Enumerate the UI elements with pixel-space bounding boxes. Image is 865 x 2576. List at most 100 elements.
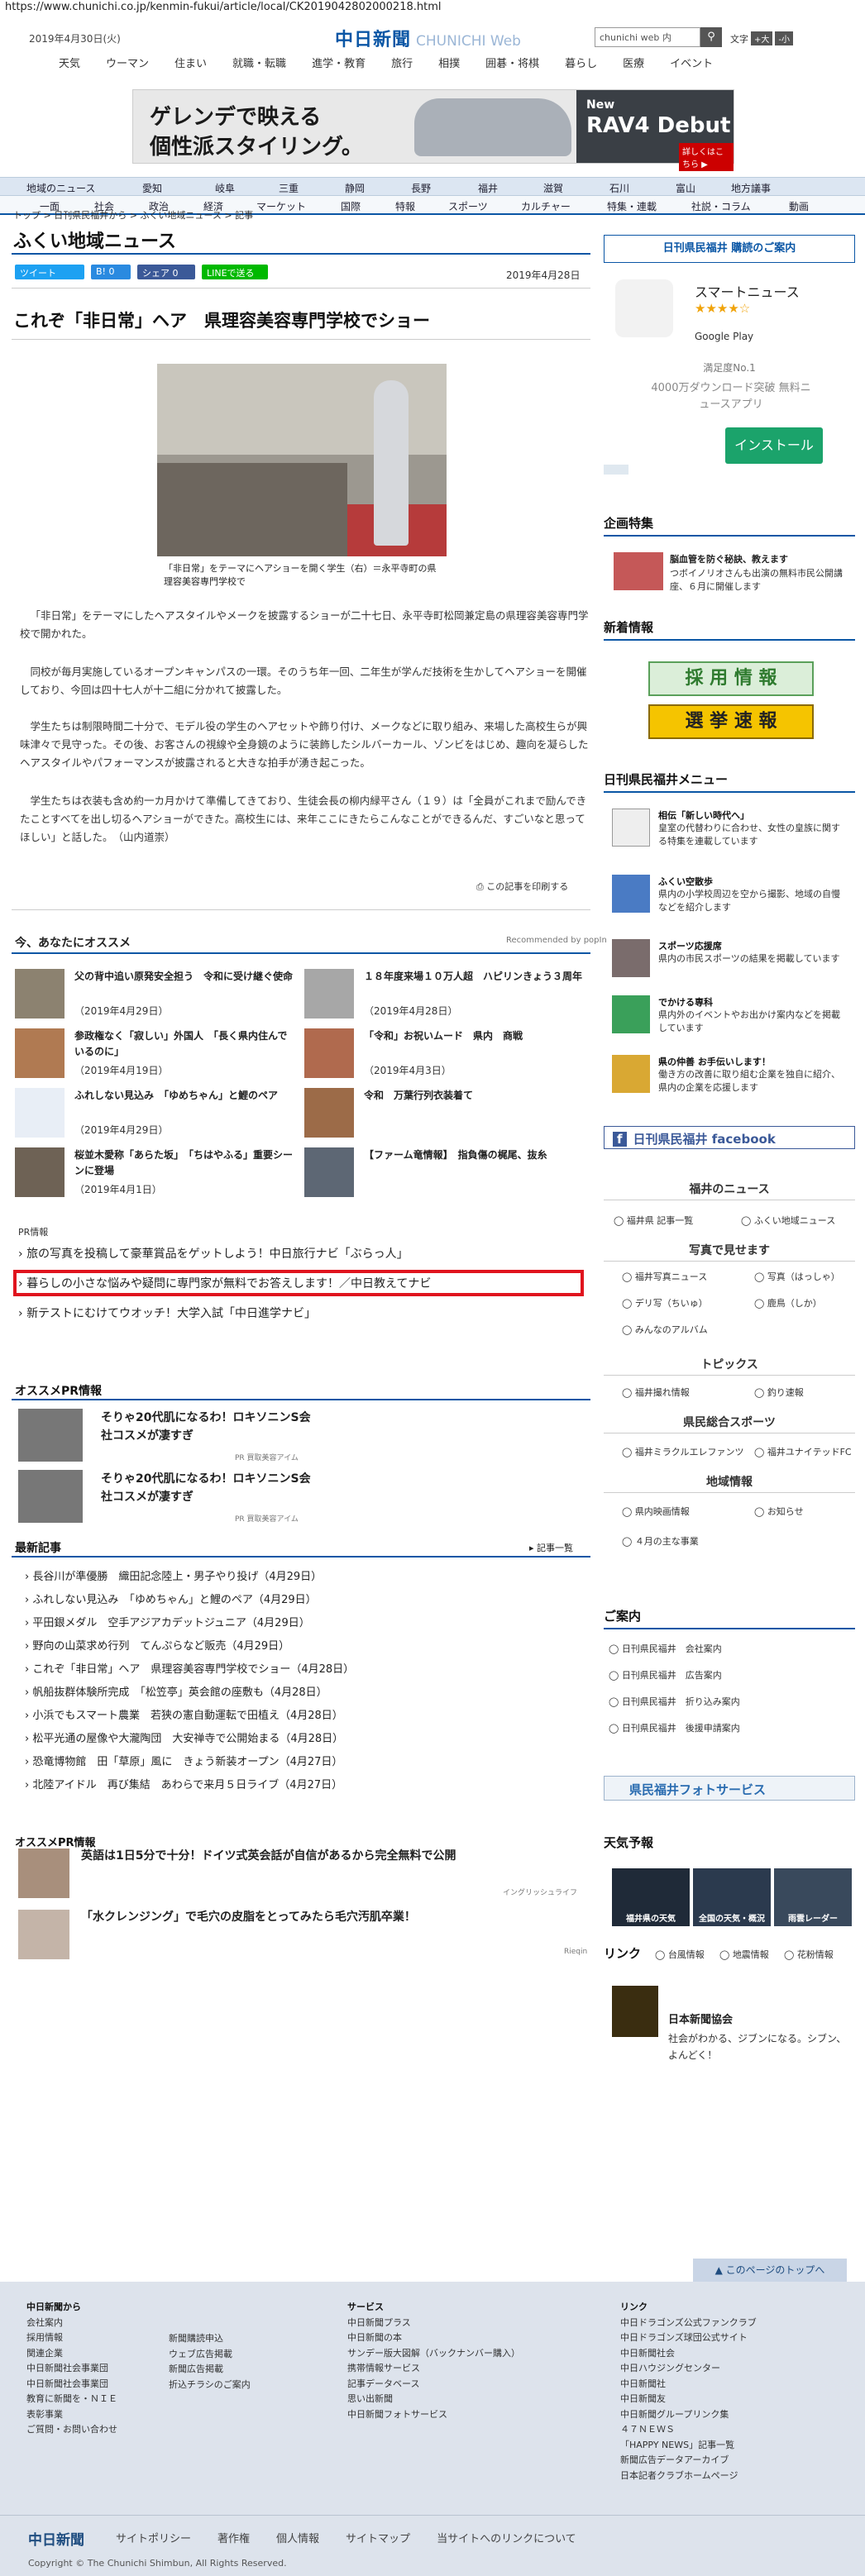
- recommend-item[interactable]: 「令和」お祝いムード 県内 商戦 （2019年4月3日）: [304, 1028, 585, 1078]
- jnk-name[interactable]: 日本新聞協会: [668, 2011, 733, 2026]
- footer-link[interactable]: 中日ハウジングセンター: [620, 2361, 757, 2377]
- pr2-item[interactable]: 「水クレンジング」で毛穴の皮脂をとってみたら毛穴汚肌卒業！ Rieqin: [18, 1910, 587, 1959]
- latest-item[interactable]: › 北陸アイドル 再び集結 あわらで来月５日ライブ（4月27日）: [25, 1776, 342, 1791]
- latest-item[interactable]: › ふれしない見込み 「ゆめちゃん」と鯉のペア（4月29日）: [25, 1591, 317, 1606]
- latest-item[interactable]: › 松平光通の屋像や大瀧陶団 大安禅寺で公開始まる（4月28日）: [25, 1729, 343, 1745]
- gnav-item[interactable]: ウーマン: [106, 58, 149, 70]
- region-tab[interactable]: 富山: [676, 181, 695, 195]
- footer-link[interactable]: 思い出新聞: [347, 2392, 520, 2407]
- link-item[interactable]: ◯ 台風情報: [655, 1948, 705, 1961]
- menu-item[interactable]: ふくい空散歩 県内の小学校周辺を空から撮影、地域の自慢などを紹介します: [612, 875, 852, 924]
- category-tab[interactable]: 特集・連載: [607, 199, 657, 213]
- footer-link[interactable]: 記事データベース: [347, 2377, 520, 2392]
- category-tab[interactable]: 国際: [341, 199, 361, 213]
- category-tab[interactable]: 動画: [789, 199, 809, 213]
- latest-item[interactable]: › 帆船抜群体験所完成 「松笠亭」英会館の座敷も（4月28日）: [25, 1683, 327, 1699]
- gnav-item[interactable]: 相撲: [438, 58, 460, 70]
- region-tab[interactable]: 愛知: [142, 181, 162, 195]
- site-logo[interactable]: 中日新聞 CHUNICHI Web: [335, 25, 521, 51]
- footer-link[interactable]: 中日ドラゴンズ球団公式サイト: [620, 2330, 757, 2346]
- footer-link[interactable]: 新聞広告掲載: [169, 2362, 251, 2378]
- footer-bottom-link[interactable]: 当サイトへのリンクについて: [437, 2533, 576, 2545]
- banner-detail-link[interactable]: 詳しくはこちら ▶: [679, 143, 734, 171]
- print-link[interactable]: ⎙ この記事を印刷する: [476, 880, 568, 893]
- weather-tile[interactable]: 雨雲レーダー: [774, 1868, 852, 1926]
- chiiki-link[interactable]: ◯ お知らせ: [754, 1505, 804, 1518]
- footer-link[interactable]: 携帯情報サービス: [347, 2361, 520, 2377]
- toyota-ad-banner[interactable]: ゲレンデで映える 個性派スタイリング。 New RAV4 Debut 詳しくはこ…: [132, 89, 734, 171]
- fukui-tab[interactable]: ◯ ふくい地域ニュース: [741, 1214, 835, 1227]
- footer-link[interactable]: 会社案内: [26, 2316, 117, 2331]
- latest-item[interactable]: › 野向の山菜求め行列 てんぷらなど販売（4月29日）: [25, 1637, 289, 1653]
- facebook-share-button[interactable]: シェア 0: [137, 265, 195, 279]
- chiiki-link[interactable]: ◯ ４月の主な事業: [622, 1534, 699, 1548]
- recommend-item[interactable]: 令和 万葉行列衣装着て: [304, 1088, 585, 1138]
- topic-link[interactable]: ◯ 福井撮れ情報: [622, 1386, 690, 1399]
- region-tab[interactable]: 地域のニュース: [26, 181, 95, 195]
- footer-link[interactable]: 中日新聞社会事業団: [26, 2361, 117, 2377]
- sport-link[interactable]: ◯ 福井ユナイテッドFC: [754, 1445, 852, 1458]
- breadcrumb[interactable]: トップ > 日刊県民福井から > ふくい地域ニュース > 記事: [13, 208, 253, 222]
- footer-link[interactable]: 新聞広告データアーカイブ: [620, 2453, 757, 2469]
- footer-link[interactable]: 教育に新聞を・ＮＩＥ: [26, 2392, 117, 2407]
- pr-link[interactable]: › 旅の写真を投稿して豪華賞品をゲットしよう！中日旅行ナビ「ぶらっ人」: [18, 1245, 409, 1262]
- recommend-item[interactable]: 父の背中追い原発安全担う 令和に受け継ぐ使命 （2019年4月29日）: [15, 969, 296, 1018]
- recommend-item[interactable]: ふれしない見込み 「ゆめちゃん」と鯉のペア （2019年4月29日）: [15, 1088, 296, 1138]
- gnav-item[interactable]: 囲碁・将棋: [485, 58, 539, 70]
- jnk-logo[interactable]: [612, 1986, 658, 2037]
- link-item[interactable]: ◯ 花粉情報: [784, 1948, 834, 1961]
- category-tab[interactable]: 社説・コラム: [691, 199, 751, 213]
- footer-link[interactable]: 中日新聞グループリンク集: [620, 2407, 757, 2423]
- recommend-item[interactable]: 参政権なく「寂しい」外国人 「長く県内住んでいるのに」 （2019年4月19日）: [15, 1028, 296, 1078]
- annai-link[interactable]: ◯ 日刊県民福井 会社案内: [609, 1642, 722, 1655]
- footer-bottom-link[interactable]: サイトマップ: [346, 2533, 410, 2545]
- region-tab[interactable]: 長野: [411, 181, 431, 195]
- weather-tile[interactable]: 福井県の天気: [612, 1868, 690, 1926]
- gnav-item[interactable]: 天気: [59, 58, 80, 70]
- region-tab[interactable]: 三重: [279, 181, 299, 195]
- pr-link[interactable]: › 新テストにむけてウオッチ！大学入試「中日進学ナビ」: [18, 1305, 316, 1321]
- footer-link[interactable]: 「HAPPY NEWS」記事一覧: [620, 2438, 757, 2454]
- senkyo-banner[interactable]: 選 挙 速 報: [648, 704, 814, 739]
- footer-link[interactable]: 日本記者クラブホームページ: [620, 2469, 757, 2484]
- footer-link[interactable]: 中日新聞プラス: [347, 2316, 520, 2331]
- gnav-item[interactable]: イベント: [670, 58, 713, 70]
- popin-credit[interactable]: Recommended by popIn: [506, 936, 607, 945]
- footer-link[interactable]: 中日ドラゴンズ公式ファンクラブ: [620, 2316, 757, 2331]
- footer-link[interactable]: 採用情報: [26, 2330, 117, 2346]
- gnav-item[interactable]: 旅行: [391, 58, 413, 70]
- footer-logo[interactable]: 中日新聞: [28, 2528, 84, 2549]
- link-item[interactable]: ◯ 地震情報: [719, 1948, 769, 1961]
- recommend-item[interactable]: 桜並木愛称「あらた坂」 「ちはやふる」重要シーンに登場 （2019年4月1日）: [15, 1147, 296, 1197]
- footer-link[interactable]: ４７ＮＥＷＳ: [620, 2422, 757, 2438]
- photo-service-banner[interactable]: 県民福井フォトサービス: [604, 1776, 855, 1801]
- pr-link-highlighted[interactable]: › 暮らしの小さな悩みや疑問に専門家が無料でお答えします！／中日教えてナビ: [18, 1275, 431, 1291]
- latest-item[interactable]: › 平田銀メダル 空手アジアカデットジュニア（4月29日）: [25, 1614, 310, 1629]
- photo-link[interactable]: ◯ みんなのアルバム: [622, 1323, 708, 1336]
- pr-ad-item[interactable]: そりゃ20代肌になるわ！ロキソニンS会社コスメが凄すぎ PR 買取美容アイム: [18, 1409, 316, 1462]
- search-input[interactable]: chunichi web 内: [595, 27, 700, 47]
- category-tab[interactable]: マーケット: [256, 199, 306, 213]
- footer-link[interactable]: 中日新聞社会事業団: [26, 2377, 117, 2392]
- footer-bottom-link[interactable]: 著作権: [217, 2533, 250, 2545]
- region-tab[interactable]: 滋賀: [543, 181, 563, 195]
- menu-item[interactable]: でかける専科 県内外のイベントやお出かけ案内などを掲載しています: [612, 995, 852, 1045]
- kikaku-title[interactable]: 脳血管を防ぐ秘訣、教えます: [670, 552, 788, 565]
- category-tab[interactable]: カルチャー: [521, 199, 571, 213]
- hatena-button[interactable]: B! 0: [91, 265, 131, 279]
- region-tab[interactable]: 福井: [478, 181, 498, 195]
- region-tab[interactable]: 石川: [609, 181, 629, 195]
- topic-link[interactable]: ◯ 釣り速報: [754, 1386, 804, 1399]
- footer-link[interactable]: 中日新聞社: [620, 2377, 757, 2392]
- region-tab[interactable]: 岐阜: [215, 181, 235, 195]
- latest-item[interactable]: › これぞ「非日常」ヘア 県理容美容専門学校でショー（4月28日）: [25, 1660, 354, 1676]
- pr2-item[interactable]: 英語は1日5分で十分！ドイツ式英会話が自信があるから完全無料で公開 イングリッシュ…: [18, 1849, 581, 1898]
- footer-link[interactable]: 関連企業: [26, 2346, 117, 2362]
- footer-link[interactable]: ウェブ広告掲載: [169, 2347, 251, 2363]
- line-button[interactable]: LINEで送る: [202, 265, 268, 279]
- gnav-item[interactable]: 進学・教育: [312, 58, 366, 70]
- latest-item[interactable]: › 恐竜博物館 田「草原」風に きょう新装オープン（4月27日）: [25, 1753, 342, 1768]
- gnav-item[interactable]: 就職・転職: [232, 58, 286, 70]
- saiyo-banner[interactable]: 採 用 情 報: [648, 661, 814, 696]
- font-smaller-button[interactable]: -小: [775, 31, 793, 45]
